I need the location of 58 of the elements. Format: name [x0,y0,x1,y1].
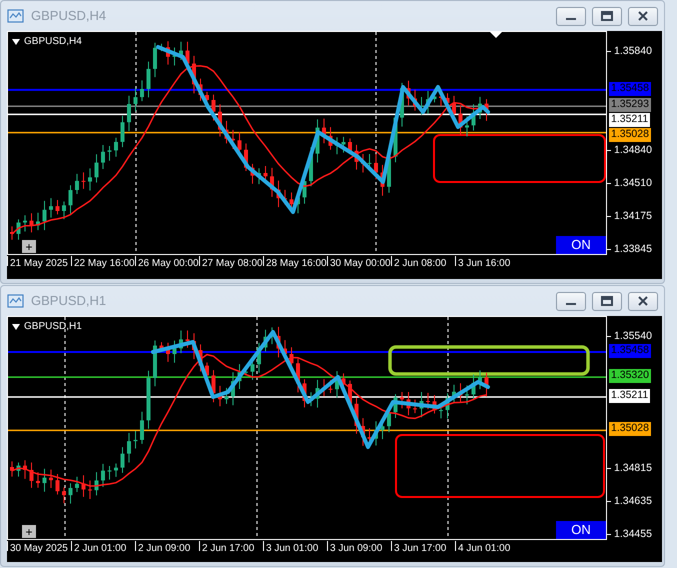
window-title: GBPUSD,H1 [31,292,106,310]
window-title: GBPUSD,H4 [31,7,106,26]
price-tick-label: 1.35540 [607,330,652,342]
time-axis-label: 3 Jun 16:00 [458,257,512,271]
chart-window-icon [7,293,25,309]
price-tick-label: 1.34815 [607,462,652,474]
minimize-icon [566,18,576,20]
price-tag: 1.35458 [609,82,651,96]
maximize-button[interactable] [592,6,622,26]
price-tick-label: 1.34455 [607,528,652,540]
time-axis-label: 2 Jun 08:00 [394,257,448,271]
close-button[interactable] [628,292,658,310]
minimize-button[interactable] [556,6,586,26]
time-axis-label: 4 Jun 01:00 [458,542,512,556]
time-axis-label: 27 May 08:00 [202,257,263,271]
chart-shift-marker-icon[interactable] [490,32,502,38]
close-button[interactable] [628,6,658,26]
zoom-button[interactable]: + [22,525,36,538]
price-tag: 1.35028 [609,422,651,436]
price-tick-label: 1.35840 [607,45,652,57]
time-axis-label: 21 May 2025 [10,257,69,271]
price-tag: 1.35211 [609,113,650,128]
time-axis-label: 3 Jun 01:00 [266,542,320,556]
dropdown-triangle-icon[interactable] [12,38,20,44]
price-tick-label: 1.34510 [607,177,652,189]
close-icon [638,11,648,21]
time-axis-label: 28 May 16:00 [266,257,327,271]
price-tick-label: 1.34175 [607,210,652,222]
time-axis-label: 26 May 00:00 [138,257,199,271]
on-button[interactable]: ON [556,521,606,539]
time-axis-label: 22 May 16:00 [74,257,135,271]
minimize-button[interactable] [556,292,586,310]
on-button[interactable]: ON [556,236,606,254]
price-tag: 1.35028 [609,128,651,142]
time-axis-label: 30 May 00:00 [330,257,391,271]
price-tag: 1.35458 [609,344,651,358]
price-tick-label: 1.34840 [607,144,652,156]
maximize-button[interactable] [592,292,622,310]
time-axis-label: 3 Jun 17:00 [394,542,448,556]
time-axis-label: 3 Jun 09:00 [330,542,384,556]
close-icon [638,296,648,306]
symbol-label: GBPUSD,H1 [24,320,82,334]
price-tag: 1.35293 [609,98,651,112]
chart-window-icon [7,8,25,24]
time-axis-label: 2 Jun 17:00 [202,542,256,556]
zoom-button[interactable]: + [22,240,36,253]
price-tag: 1.35320 [609,369,651,384]
time-axis-label: 2 Jun 09:00 [138,542,192,556]
symbol-label: GBPUSD,H4 [24,35,82,49]
price-tag: 1.35211 [609,389,650,404]
time-axis-label: 30 May 2025 [10,542,69,556]
time-axis-label: 2 Jun 01:00 [74,542,128,556]
minimize-icon [566,303,576,305]
price-tick-label: 1.34635 [607,495,652,508]
maximize-icon [601,296,613,306]
maximize-icon [601,11,613,21]
dropdown-triangle-icon[interactable] [12,324,20,330]
price-tick-label: 1.33845 [607,243,652,255]
